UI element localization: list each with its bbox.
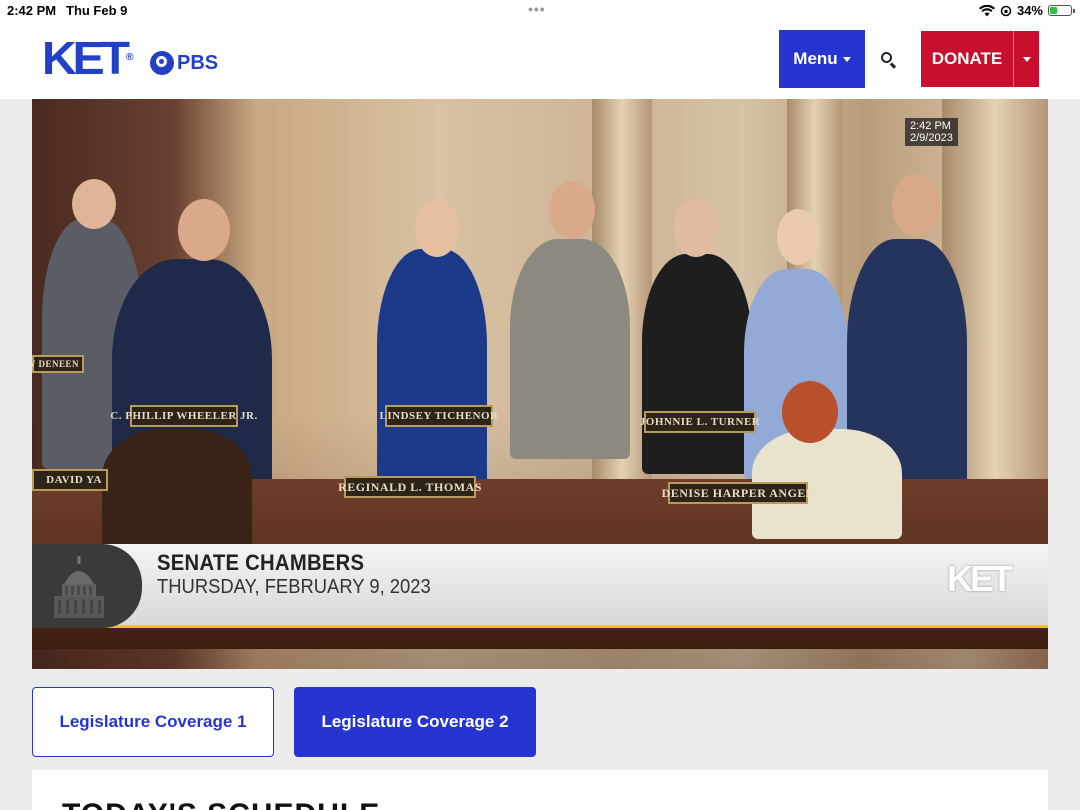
status-time: 2:42 PM [7,3,57,18]
search-button[interactable] [872,44,904,76]
nameplate: JOHNNIE L. TURNER [640,411,760,433]
lower-third-banner: SENATE CHAMBERS THURSDAY, FEBRUARY 9, 20… [32,544,1048,628]
wifi-icon [978,4,995,16]
nameplate: C. PHILLIP WHEELER JR. [110,405,257,427]
todays-schedule-section: TODAY'S SCHEDULE [32,770,1048,810]
nameplate: EW DENEEN [32,355,84,373]
chevron-down-icon [842,56,851,62]
status-date: Thu Feb 9 [66,3,128,18]
multitasking-dots-icon[interactable]: ••• [528,1,546,17]
schedule-heading: TODAY'S SCHEDULE [62,798,380,810]
battery-icon [1048,5,1075,16]
chevron-down-icon [1022,56,1031,62]
nameplate: REGINALD L. THOMAS [338,476,481,498]
battery-percent: 34% [1016,3,1043,18]
video-timestamp: 2:42 PM 2/9/2023 [905,118,958,146]
donate-button[interactable]: DONATE [921,31,1013,87]
status-right: 34% [978,3,1075,18]
donate-dropdown-button[interactable] [1013,31,1039,87]
search-icon [881,52,892,63]
menu-button[interactable]: Menu [779,30,865,88]
nameplate: DAVID YA [32,469,108,491]
tab-legislature-coverage-2[interactable]: Legislature Coverage 2 [294,687,536,757]
pbs-logo[interactable]: PBS [150,51,218,75]
lower-third-title: SENATE CHAMBERS [157,550,365,575]
tab-legislature-coverage-1[interactable]: Legislature Coverage 1 [32,687,274,757]
pbs-head-icon [150,51,174,75]
ket-logo[interactable]: KET® [42,34,134,82]
nameplate: DENISE HARPER ANGEL [662,482,814,504]
ket-watermark-logo: KET [947,558,1013,599]
site-header: KET® PBS Menu DONATE [0,20,1080,99]
capitol-dome-icon [32,544,142,628]
live-video-player[interactable]: C. PHILLIP WHEELER JR. LINDSEY TICHENOR … [32,99,1048,669]
nameplate: LINDSEY TICHENOR [380,405,498,427]
lower-third-date: THURSDAY, FEBRUARY 9, 2023 [157,576,431,598]
orientation-lock-icon [1000,5,1012,16]
status-bar: 2:42 PM Thu Feb 9 ••• 34% [0,0,1080,20]
